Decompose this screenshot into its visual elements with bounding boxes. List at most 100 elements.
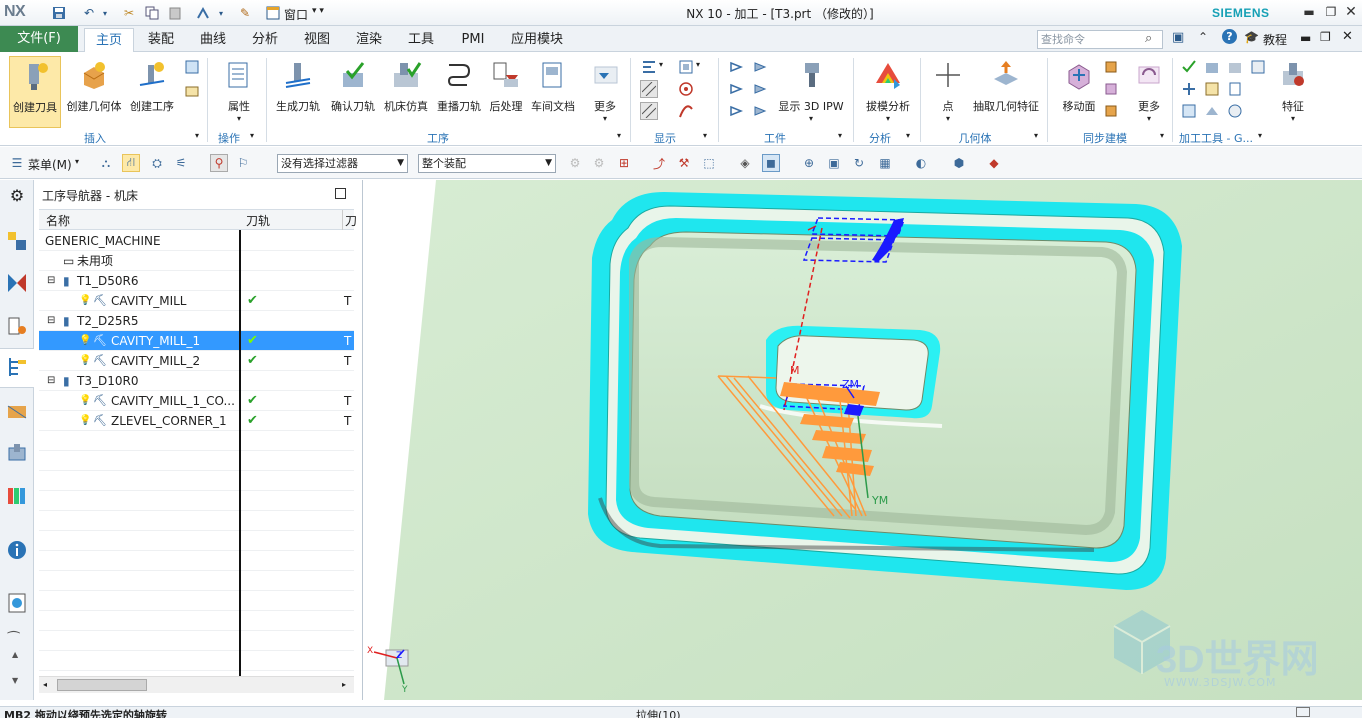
menu-dropdown-icon[interactable]: ▾ [75, 157, 79, 166]
navigator-row[interactable]: ▭ 未用项 [39, 251, 354, 271]
pan-icon[interactable]: ▣ [825, 154, 843, 172]
verify-toolpath-button[interactable]: 确认刀轨 [327, 56, 379, 128]
more-process-dropdown-icon[interactable]: ▾ [603, 114, 607, 123]
help-icon[interactable]: ? [1222, 29, 1237, 44]
scroll-down-icon[interactable]: ▼ [12, 676, 18, 685]
feature-dropdown-icon[interactable]: ▾ [1291, 114, 1295, 123]
navigator-row[interactable]: ⊟ ▮ T3_D10R0 [39, 371, 354, 391]
menu-button[interactable]: 菜单(M) [28, 156, 72, 173]
geometry-view-icon[interactable]: ⛭ [148, 154, 166, 172]
sync-tool-2-icon[interactable] [1102, 80, 1120, 98]
mfg-tool-9-icon[interactable] [1203, 102, 1221, 120]
shaded-view-icon[interactable]: ◼ [762, 154, 780, 172]
geometry-group-dropdown-icon[interactable]: ▾ [1034, 131, 1038, 140]
restore-button[interactable]: ❐ [1320, 3, 1342, 21]
properties-button[interactable]: 属性 ▾ [214, 56, 264, 128]
draft-analysis-button[interactable]: 拔模分析 ▾ [860, 56, 916, 128]
mfg-tools-group-dropdown-icon[interactable]: ▾ [1258, 131, 1262, 140]
machine-simulation-button[interactable]: 机床仿真 [380, 56, 432, 128]
horizontal-scrollbar[interactable]: ◂ ▸ [39, 676, 354, 693]
machine-tool-navigator-icon[interactable] [4, 398, 30, 424]
repeat-command-icon[interactable] [195, 4, 213, 22]
full-screen-icon[interactable] [1296, 707, 1310, 717]
tutorial-link[interactable]: 教程 [1263, 31, 1287, 48]
copy-icon[interactable] [143, 4, 161, 22]
navigator-row[interactable]: ⛏ 💡 CAVITY_MILL_2 ✔ T [39, 351, 354, 371]
collapse-node-icon[interactable]: ⊟ [47, 371, 55, 391]
selection-priority-icon[interactable]: ⚲ [210, 154, 228, 172]
rotate-icon[interactable]: ↻ [850, 154, 868, 172]
properties-dropdown-icon[interactable]: ▾ [237, 114, 241, 123]
assembly-navigator-icon[interactable] [4, 228, 30, 254]
sync-group-dropdown-icon[interactable]: ▾ [1160, 131, 1164, 140]
workpiece-tool-5-icon[interactable] [728, 102, 746, 120]
workpiece-tool-6-icon[interactable] [752, 102, 770, 120]
mfg-tool-6-icon[interactable] [1203, 80, 1221, 98]
select-curve-icon[interactable]: ⤴ [650, 154, 668, 172]
menu-icon[interactable]: ☰ [8, 154, 26, 172]
more-process-button[interactable]: 更多 ▾ [585, 56, 625, 128]
constraint-navigator-icon[interactable] [4, 270, 30, 296]
tab-home[interactable]: 主页 [84, 28, 134, 52]
doc-restore-button[interactable]: ❐ [1320, 30, 1331, 44]
doc-minimize-button[interactable]: ▬ [1300, 31, 1311, 45]
tab-pmi[interactable]: PMI [450, 28, 496, 52]
tab-applications[interactable]: 应用模块 [504, 28, 570, 52]
more-sync-button[interactable]: 更多 ▾ [1130, 56, 1168, 128]
method-view-icon[interactable]: ⚟ [172, 154, 190, 172]
snap-point-icon[interactable]: ⊞ [615, 154, 633, 172]
move-face-button[interactable]: 移动面 [1055, 56, 1103, 128]
display-tool-icon[interactable] [677, 58, 695, 76]
create-operation-button[interactable]: 创建工序 [126, 56, 178, 128]
tab-assembly[interactable]: 装配 [138, 28, 184, 52]
tab-view[interactable]: 视图 [294, 28, 340, 52]
display-curve-icon[interactable] [677, 102, 695, 120]
draft-analysis-dropdown-icon[interactable]: ▾ [886, 114, 890, 123]
workpiece-tool-3-icon[interactable] [728, 80, 746, 98]
window-menu-icon[interactable] [264, 4, 282, 22]
paste-icon[interactable] [166, 4, 184, 22]
display-group-dropdown-icon[interactable]: ▾ [703, 131, 707, 140]
generate-toolpath-button[interactable]: 生成刀轨 [272, 56, 324, 128]
scrollbar-thumb[interactable] [57, 679, 147, 691]
create-program-icon[interactable] [183, 82, 201, 100]
window-menu-label[interactable]: 窗口 [284, 6, 308, 23]
navigator-row[interactable]: GENERIC_MACHINE [39, 231, 354, 251]
workpiece-group-dropdown-icon[interactable]: ▾ [838, 131, 842, 140]
web-browser-icon[interactable] [4, 590, 30, 616]
orient-view-icon[interactable]: ▦ [876, 154, 894, 172]
navigator-row[interactable]: ⛏ 💡 CAVITY_MILL ✔ T [39, 291, 354, 311]
tab-tools[interactable]: 工具 [398, 28, 444, 52]
workpiece-tool-2-icon[interactable] [752, 58, 770, 76]
replay-toolpath-button[interactable]: 重播刀轨 [434, 56, 484, 128]
sync-tool-1-icon[interactable] [1102, 58, 1120, 76]
more-sync-dropdown-icon[interactable]: ▾ [1147, 114, 1151, 123]
collapse-node-icon[interactable]: ⊟ [47, 271, 55, 291]
rectangle-select-icon[interactable]: ⬚ [700, 154, 718, 172]
navigator-row[interactable]: ⛏ 💡 CAVITY_MILL_1_CO... ✔ T [39, 391, 354, 411]
zoom-icon[interactable]: ⊕ [800, 154, 818, 172]
scroll-left-icon[interactable]: ◂ [43, 680, 47, 689]
create-method-icon[interactable] [183, 58, 201, 76]
repeat-dropdown-icon[interactable]: ▾ [212, 4, 230, 22]
render-style-icon[interactable]: ◐ [912, 154, 930, 172]
mfg-tool-7-icon[interactable] [1226, 80, 1244, 98]
create-geometry-button[interactable]: 创建几何体 [64, 56, 124, 128]
column-header-tool[interactable]: 刀 [345, 212, 357, 229]
reuse-library-icon[interactable] [4, 482, 30, 508]
doc-close-button[interactable]: ✕ [1342, 29, 1353, 44]
column-header-toolpath[interactable]: 刀轨 [246, 212, 270, 229]
show-3d-ipw-button[interactable]: 显示 3D IPW ▾ [775, 56, 847, 128]
machining-feature-navigator-icon[interactable] [4, 440, 30, 466]
select-feature-icon[interactable]: ⚒ [675, 154, 693, 172]
hatch-display-2-icon[interactable] [640, 102, 658, 120]
edit-section-icon[interactable]: ◆ [985, 154, 1003, 172]
graduation-cap-icon[interactable]: 🎓 [1244, 30, 1259, 44]
display-target-icon[interactable] [677, 80, 695, 98]
maximize-panel-icon[interactable] [335, 188, 346, 199]
undo-dropdown-icon[interactable]: ▾ [96, 4, 114, 22]
navigator-row[interactable]: ⊟ ▮ T2_D25R5 [39, 311, 354, 331]
touch-mode-icon[interactable]: ✎ [236, 4, 254, 22]
collapse-node-icon[interactable]: ⊟ [47, 311, 55, 331]
create-tool-button[interactable]: 创建刀具 [9, 56, 61, 128]
